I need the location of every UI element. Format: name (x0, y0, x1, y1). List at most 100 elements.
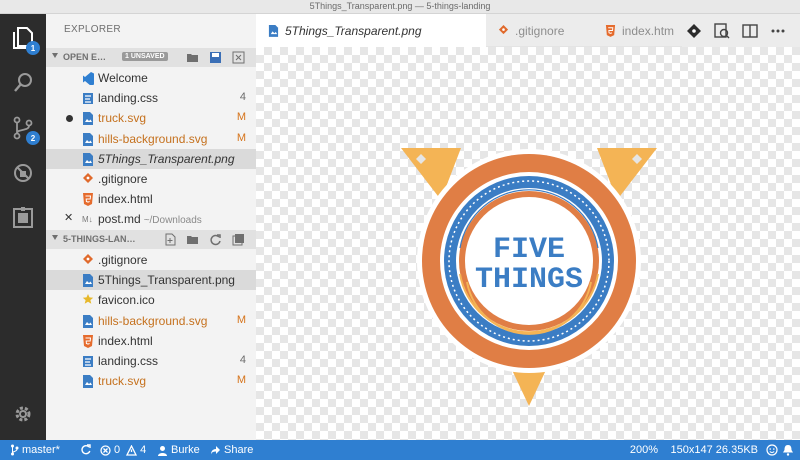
zoom-level[interactable]: 200% (630, 444, 658, 456)
user-icon (158, 445, 167, 456)
search-activity-button[interactable] (9, 69, 37, 97)
file-name: index.html (98, 192, 153, 207)
open-editor-item[interactable]: Welcome (46, 68, 256, 88)
editor-tab-bar: 5Things_Transparent.png .gitignore index.h… (256, 14, 800, 47)
file-name: 5Things_Transparent.png (98, 151, 235, 166)
open-editors-header[interactable]: OPEN E… 1 UNSAVED (46, 48, 256, 67)
file-tree-item[interactable]: truck.svg M (46, 371, 256, 391)
new-folder-icon[interactable] (186, 233, 199, 246)
extensions-activity-button[interactable] (9, 204, 37, 232)
css-file-icon (83, 356, 93, 367)
star-file-icon (82, 294, 94, 305)
image-size-info: 150x147 26.35KB (670, 444, 758, 456)
close-icon[interactable]: ✕ (64, 211, 73, 224)
new-file-icon[interactable] (164, 233, 177, 246)
explorer-badge: 1 (26, 41, 40, 55)
collapse-all-icon[interactable] (232, 233, 245, 246)
file-name: favicon.ico (98, 293, 155, 308)
sync-button[interactable] (80, 444, 91, 455)
open-editor-item[interactable]: landing.css 4 (46, 88, 256, 108)
open-editor-item[interactable]: hills-background.svg M (46, 129, 256, 149)
file-name: post.md ~/Downloads (98, 212, 202, 227)
image-file-icon (83, 132, 93, 146)
split-editor-icon[interactable] (742, 23, 758, 39)
notifications-icon[interactable] (782, 444, 794, 456)
file-tree-item[interactable]: hills-background.svg M (46, 311, 256, 331)
git-branch-icon (11, 444, 19, 456)
file-name: .gitignore (98, 253, 148, 267)
refresh-icon[interactable] (209, 233, 222, 246)
more-actions-icon[interactable] (770, 23, 786, 39)
new-folder-icon[interactable] (186, 51, 199, 64)
file-name: hills-background.svg (98, 313, 208, 328)
live-share-user[interactable]: Burke (157, 444, 200, 456)
git-compare-icon[interactable] (686, 23, 702, 39)
html-file-icon (83, 334, 93, 348)
file-tree-item[interactable]: .gitignore (46, 250, 256, 270)
git-status-badge: M (236, 313, 246, 326)
editor-actions (682, 14, 800, 47)
save-all-icon[interactable] (209, 51, 222, 64)
image-preview: FIVE THINGS (256, 47, 800, 440)
git-status-badge: M (236, 374, 246, 387)
close-all-icon[interactable] (232, 51, 245, 64)
branch-indicator[interactable]: master* (10, 444, 60, 456)
svg-text:M↓: M↓ (82, 215, 93, 224)
file-name: landing.css (98, 354, 159, 368)
unsaved-badge: 1 UNSAVED (122, 52, 168, 61)
feedback-icon[interactable] (766, 444, 778, 456)
window-titlebar: 5Things_Transparent.png — 5-things-landi… (0, 0, 800, 14)
chevron-down-icon (52, 235, 58, 240)
window-title: 5Things_Transparent.png — 5-things-landi… (309, 1, 491, 11)
file-tree-item[interactable]: landing.css 4 (46, 351, 256, 371)
explorer-activity-button[interactable]: 1 (9, 24, 40, 55)
error-icon (100, 444, 111, 456)
file-name: .gitignore (98, 172, 148, 186)
settings-activity-button[interactable] (9, 400, 37, 428)
open-editor-item[interactable]: truck.svg M (46, 108, 256, 128)
problems-indicator[interactable]: 0 4 (100, 444, 146, 456)
file-name: index.html (98, 333, 153, 348)
image-file-icon (83, 112, 93, 126)
five-things-logo-image: FIVE THINGS (401, 148, 657, 406)
file-tree-item[interactable]: index.html (46, 331, 256, 351)
image-file-icon (83, 274, 93, 288)
gear-icon (15, 406, 31, 422)
open-changes-icon[interactable] (714, 23, 730, 39)
css-file-icon (83, 93, 93, 105)
share-button[interactable]: Share (210, 444, 253, 456)
editor-tab[interactable]: 5Things_Transparent.png (256, 14, 486, 47)
file-directory: ~/Downloads (143, 215, 202, 227)
editor-tab[interactable]: .gitignore (486, 14, 593, 47)
git-status-badge: 4 (239, 354, 246, 366)
git-status-badge: M (236, 131, 246, 144)
explorer-title: EXPLORER (64, 24, 121, 35)
git-status-badge: M (236, 111, 246, 124)
activity-bar: 1 2 (0, 14, 46, 440)
folder-header[interactable]: 5-THINGS-LAN… (46, 230, 256, 249)
open-editor-item[interactable]: .gitignore (46, 169, 256, 189)
warning-count: 4 (140, 444, 147, 456)
branch-name: master* (22, 444, 60, 456)
debug-icon (14, 164, 32, 182)
file-tree-item[interactable]: favicon.ico (46, 290, 256, 310)
share-label: Share (224, 444, 254, 456)
logo-text-line1: FIVE (493, 233, 565, 267)
open-editor-item[interactable]: 5Things_Transparent.png (46, 148, 256, 169)
git-file-icon (83, 173, 93, 183)
image-file-icon (268, 25, 279, 37)
file-name: 5Things_Transparent.png (98, 273, 235, 288)
source-control-activity-button[interactable]: 2 (9, 114, 40, 145)
tab-label: 5Things_Transparent.png (285, 24, 422, 38)
vscode-icon (83, 72, 94, 85)
file-name: truck.svg (98, 111, 147, 126)
scm-badge: 2 (26, 131, 40, 145)
unsaved-dot-icon[interactable] (66, 115, 73, 123)
open-editor-item[interactable]: index.html (46, 189, 256, 209)
debug-activity-button[interactable] (9, 159, 37, 187)
logo-text-line2: THINGS (475, 263, 583, 297)
file-tree-item[interactable]: 5Things_Transparent.png (46, 270, 256, 291)
explorer-sidebar: EXPLORER OPEN E… 1 UNSAVED Welcome landin… (46, 14, 256, 440)
git-status-badge: 4 (239, 91, 246, 104)
open-editor-item[interactable]: ✕ M↓ post.md ~/Downloads (46, 209, 256, 229)
